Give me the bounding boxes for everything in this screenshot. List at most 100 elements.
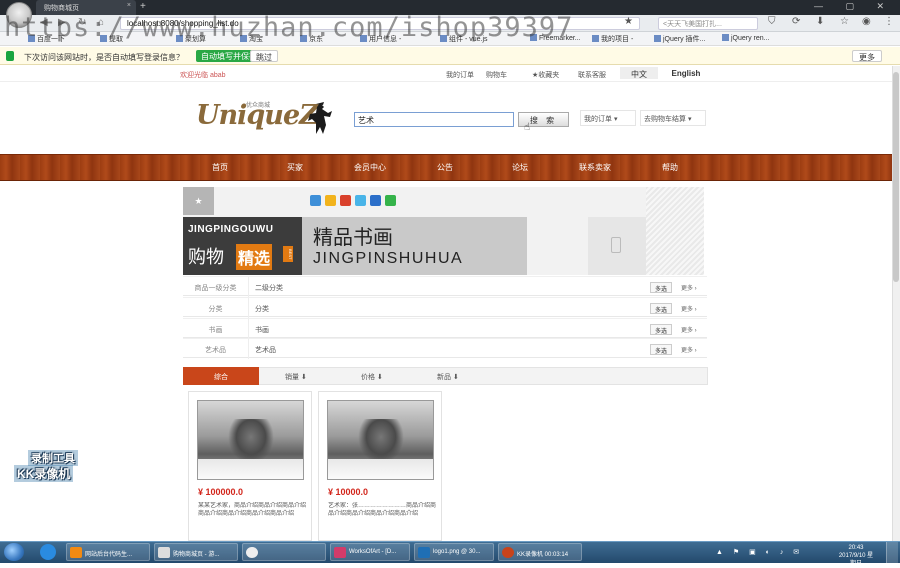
- filter-row: 分类 分类 多选 更多 ›: [183, 297, 707, 318]
- filter-value[interactable]: 分类: [255, 304, 269, 314]
- share-qzone-icon[interactable]: [355, 195, 366, 206]
- product-image[interactable]: [197, 400, 304, 480]
- multi-select-button[interactable]: 多选: [650, 282, 672, 293]
- more-link[interactable]: 更多 ›: [681, 283, 697, 292]
- my-orders-label: 我的订单 ▾: [584, 116, 618, 123]
- top-service-link[interactable]: 联系客服: [578, 70, 606, 80]
- filter-label: 书画: [183, 319, 249, 339]
- download-icon[interactable]: ⬇: [816, 16, 824, 27]
- taskbar-item[interactable]: [242, 543, 326, 561]
- star-icon[interactable]: ★: [183, 187, 214, 215]
- star-icon[interactable]: ★: [624, 16, 633, 27]
- clock[interactable]: 20:43 2017/9/10 星期日: [836, 544, 876, 568]
- share-plus-icon[interactable]: [310, 195, 321, 206]
- multi-select-button[interactable]: 多选: [650, 303, 672, 314]
- bookmark-item[interactable]: jQuery ren...: [722, 34, 770, 42]
- top-cart-link[interactable]: 购物车: [486, 70, 507, 80]
- bookmark-item[interactable]: 百度一下: [28, 34, 65, 44]
- bookmark-item[interactable]: 组件 - vue.js: [440, 34, 488, 44]
- search-input[interactable]: 艺术: [354, 112, 514, 127]
- close-icon[interactable]: ×: [127, 2, 131, 9]
- new-tab-button[interactable]: +: [140, 1, 146, 12]
- logo-subtitle: 优众商城: [246, 103, 271, 109]
- cart-dropdown[interactable]: 去购物车结算 ▾: [640, 110, 706, 126]
- back-icon[interactable]: ◀: [40, 17, 48, 28]
- welcome-text: 欢迎光临 abab: [180, 72, 226, 79]
- sort-price-tab[interactable]: 价格 ⬇: [361, 372, 383, 382]
- browser-tab[interactable]: 购物商城页 ×: [36, 0, 136, 15]
- category-title-pinyin: JINGPINSHUHUA: [313, 250, 464, 267]
- start-button[interactable]: [4, 543, 24, 561]
- bookmark-item[interactable]: Freemarker...: [530, 34, 581, 42]
- bookmark-item[interactable]: 我的项目 -: [592, 34, 633, 44]
- skip-password-button[interactable]: 跳过: [250, 50, 278, 62]
- bookmark-item[interactable]: jQuery 插件...: [654, 34, 705, 44]
- favorites-icon[interactable]: ☆: [840, 16, 849, 27]
- shield-icon[interactable]: ⛉: [768, 16, 776, 27]
- cart-label: 去购物车结算 ▾: [644, 116, 692, 123]
- my-orders-dropdown[interactable]: 我的订单 ▾: [580, 110, 636, 126]
- nav-item-forum[interactable]: 论坛: [490, 162, 550, 173]
- sort-sales-tab[interactable]: 销量 ⬇: [285, 372, 307, 382]
- bookmark-item[interactable]: 提取: [100, 34, 123, 44]
- show-desktop-button[interactable]: [886, 542, 898, 563]
- system-tray[interactable]: ▲ ⚑ ▣ ◐ ♪ ✉: [716, 548, 803, 556]
- user-avatar[interactable]: [6, 2, 32, 28]
- lang-en-button[interactable]: English: [664, 67, 708, 79]
- nav-item-home[interactable]: 首页: [190, 162, 250, 173]
- more-link[interactable]: 更多 ›: [681, 325, 697, 334]
- filter-value[interactable]: 书画: [255, 325, 269, 335]
- nav-item-member[interactable]: 会员中心: [340, 162, 400, 173]
- taskbar-item[interactable]: WorksOfArt - [D...: [330, 543, 410, 561]
- taskbar-item[interactable]: KK录像机 00:03:14: [498, 543, 582, 561]
- top-my-orders-link[interactable]: 我的订单: [446, 70, 474, 80]
- bookmark-item[interactable]: 京东: [300, 34, 323, 44]
- filter-row: 商品一级分类 二级分类 多选 更多 ›: [183, 276, 707, 297]
- multi-select-button[interactable]: 多选: [650, 324, 672, 335]
- taskbar-item[interactable]: logo1.png @ 30...: [414, 543, 494, 561]
- share-renren-icon[interactable]: [370, 195, 381, 206]
- share-star-icon[interactable]: [325, 195, 336, 206]
- nav-item-contact[interactable]: 联系卖家: [565, 162, 625, 173]
- reload-icon[interactable]: ↻: [78, 17, 86, 28]
- sort-default-tab[interactable]: 综合: [183, 367, 259, 385]
- share-weibo-icon[interactable]: [340, 195, 351, 206]
- more-link[interactable]: 更多 ›: [681, 345, 697, 354]
- product-card[interactable]: ¥ 100000.0 某某艺术家，商品介绍商品介绍商品介绍商品介绍商品介绍商品介…: [188, 391, 312, 541]
- bookmark-icon: [654, 35, 661, 42]
- nav-item-buyer[interactable]: 买家: [265, 162, 325, 173]
- bookmark-item[interactable]: 淘宝: [240, 34, 263, 44]
- sort-new-tab[interactable]: 新品 ⬇: [437, 372, 459, 382]
- product-description[interactable]: 某某艺术家，商品介绍商品介绍商品介绍商品介绍商品介绍商品介绍商品介绍: [198, 502, 306, 538]
- share-wechat-icon[interactable]: [385, 195, 396, 206]
- nav-item-notice[interactable]: 公告: [415, 162, 475, 173]
- product-image[interactable]: [327, 400, 434, 480]
- filter-value[interactable]: 艺术品: [255, 345, 276, 355]
- bookmark-item[interactable]: 聚划算: [176, 34, 206, 44]
- more-link[interactable]: 更多 ›: [681, 304, 697, 313]
- sync-icon[interactable]: ⟳: [792, 16, 800, 27]
- lang-zh-button[interactable]: 中文: [620, 67, 658, 79]
- forward-icon[interactable]: ▶: [58, 17, 66, 28]
- top-favorites-link[interactable]: ★收藏夹: [532, 70, 559, 80]
- window-controls[interactable]: — ▢ ✕: [814, 1, 894, 12]
- home-icon[interactable]: ⌂: [98, 17, 104, 28]
- product-card[interactable]: ¥ 10000.0 艺术家：张……………………商品介绍商品介绍商品介绍商品介绍商…: [318, 391, 442, 541]
- ie-icon[interactable]: [40, 544, 56, 560]
- address-bar[interactable]: localhost:8080/shopping_list.do: [120, 17, 640, 30]
- browser-search-input[interactable]: <天天飞美国打扎...: [658, 17, 758, 30]
- multi-select-button[interactable]: 多选: [650, 344, 672, 355]
- menu-icon[interactable]: ⋮: [884, 16, 894, 27]
- bookmark-item[interactable]: 用户信息 -: [360, 34, 401, 44]
- app-icon: [334, 547, 346, 558]
- more-button[interactable]: 更多: [852, 50, 882, 62]
- nav-item-help[interactable]: 帮助: [640, 162, 700, 173]
- product-description[interactable]: 艺术家：张……………………商品介绍商品介绍商品介绍商品介绍商品介绍: [328, 502, 436, 538]
- lock-icon: [6, 51, 14, 61]
- game-icon[interactable]: ◉: [862, 16, 871, 27]
- taskbar-item[interactable]: 购物商城页 - 游...: [154, 543, 238, 561]
- taskbar-item[interactable]: 网站后台代码生...: [66, 543, 150, 561]
- filter-value[interactable]: 二级分类: [255, 283, 283, 293]
- scrollbar-thumb[interactable]: [893, 72, 899, 282]
- brand-cn-left: 购物: [188, 247, 224, 267]
